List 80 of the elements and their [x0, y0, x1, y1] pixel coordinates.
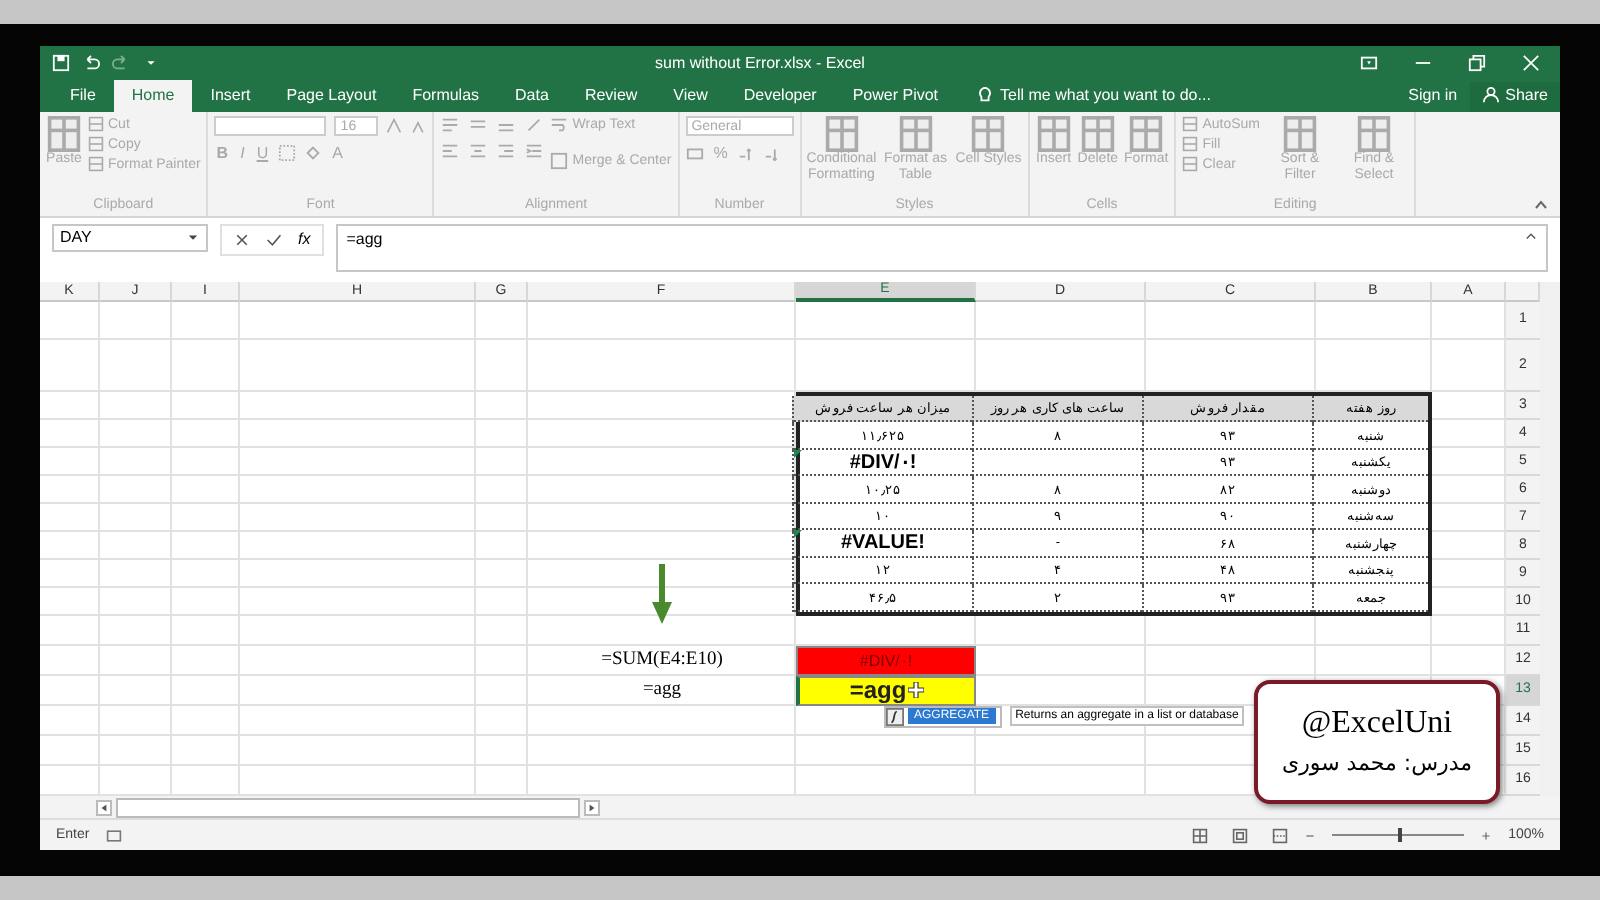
channel-handle: @ExcelUni	[1301, 706, 1453, 743]
ribbon-tab[interactable]: Insert	[192, 80, 269, 113]
decrease-decimal-icon	[763, 144, 782, 163]
sheet-icon	[88, 116, 104, 133]
page-icon	[1232, 827, 1249, 844]
dropdown-icon	[186, 230, 200, 245]
restore-icon	[1468, 53, 1486, 72]
sheet-icon	[88, 136, 104, 153]
redo-icon	[112, 53, 130, 72]
save-icon	[52, 53, 70, 72]
borders-icon	[278, 144, 297, 163]
sheet-icon	[1182, 156, 1199, 173]
enter-button[interactable]	[266, 231, 282, 248]
cancel-icon	[234, 231, 250, 248]
align-right-icon	[496, 142, 517, 161]
tell-me-field[interactable]: Tell me what you want to do...	[1000, 86, 1211, 105]
ribbon-tab[interactable]: Developer	[725, 80, 835, 113]
restore-button[interactable]	[1468, 53, 1486, 72]
ribbon-tab[interactable]: Home	[113, 80, 193, 113]
sheet-icon	[88, 156, 104, 173]
down-arrow-icon	[652, 563, 672, 624]
ribbon-tab[interactable]: File	[52, 80, 114, 113]
sign-in-link[interactable]: Sign in	[1396, 86, 1470, 113]
result-cell[interactable]: =agg	[796, 675, 976, 706]
page-break-icon	[1272, 827, 1289, 844]
ribbon-tab[interactable]: Data	[497, 80, 567, 113]
shrink-font-icon	[410, 118, 427, 135]
scroll-left-button[interactable]	[96, 799, 112, 816]
orientation-icon	[524, 116, 545, 135]
formula-text: =agg	[642, 680, 682, 701]
close-icon	[1522, 53, 1540, 72]
zoom-thumb[interactable]	[1398, 828, 1403, 843]
share-button[interactable]: Share	[1469, 82, 1560, 113]
undo-icon	[82, 53, 100, 72]
formula-text: =SUM(E4:E10)	[601, 650, 723, 671]
teacher-name: مدرس: محمد سوری	[1281, 750, 1473, 777]
ribbon-tab[interactable]: Formulas	[394, 80, 498, 113]
ribbon-options-button[interactable]	[1360, 53, 1378, 72]
table-cell: #VALUE!	[840, 532, 926, 555]
increase-decimal-icon	[737, 144, 756, 163]
wrap-icon	[550, 116, 569, 135]
right-arrow-icon	[586, 801, 598, 814]
page-break-button[interactable]	[1272, 827, 1289, 844]
window-title: sum without Error.xlsx - Excel	[653, 53, 867, 72]
name-box[interactable]: DAY	[52, 223, 208, 252]
expand-icon	[1524, 229, 1538, 244]
undo-button[interactable]	[82, 53, 100, 72]
ribbon-tab[interactable]: View	[655, 80, 726, 113]
ribbon-tab[interactable]: Power Pivot	[834, 80, 957, 113]
close-button[interactable]	[1522, 53, 1540, 72]
person-icon	[1481, 86, 1500, 105]
sheet-icon	[1182, 116, 1199, 133]
align-center-icon	[468, 142, 489, 161]
check-icon	[266, 231, 282, 248]
cancel-button[interactable]	[234, 231, 250, 248]
ribbon-tab[interactable]: Review	[566, 80, 656, 113]
merge-icon	[550, 152, 569, 171]
ribbon-tab[interactable]: Page Layout	[268, 80, 395, 113]
align-left-icon	[440, 142, 461, 161]
save-button[interactable]	[52, 53, 70, 72]
zoom-in-button[interactable]	[1480, 829, 1493, 842]
lightbulb-icon	[976, 86, 995, 105]
grow-font-icon	[386, 118, 403, 135]
cursor-icon	[908, 682, 925, 699]
sheet-icon	[1182, 136, 1199, 153]
plus-icon	[1480, 829, 1493, 842]
table-cell: #DIV/۰!	[849, 450, 917, 475]
ribbon-options-icon	[1360, 53, 1378, 72]
normal-view-button[interactable]	[1192, 827, 1209, 844]
page-layout-button[interactable]	[1232, 827, 1249, 844]
minus-icon	[1304, 829, 1317, 842]
align-top-icon	[440, 116, 461, 135]
scroll-right-button[interactable]	[584, 799, 600, 816]
insert-function-button[interactable]: fx	[298, 230, 311, 249]
function-icon	[886, 707, 904, 726]
left-arrow-icon	[98, 801, 110, 814]
scrollbar-thumb[interactable]	[116, 797, 580, 818]
indent-icon	[524, 142, 545, 161]
formula-field[interactable]: =agg	[336, 223, 1548, 272]
grid-icon	[1192, 827, 1209, 844]
